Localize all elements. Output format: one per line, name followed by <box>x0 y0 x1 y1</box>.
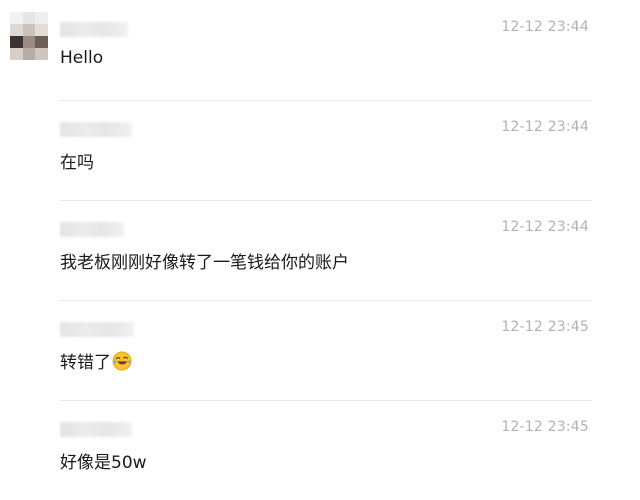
sender-name-blurred <box>60 422 132 437</box>
message-timestamp: 12-12 23:44 <box>501 19 589 35</box>
sender-name-blurred <box>60 22 128 37</box>
message-text-content: 好像是50w <box>60 453 147 473</box>
message-timestamp: 12-12 23:45 <box>501 419 589 435</box>
message-timestamp: 12-12 23:45 <box>501 319 589 335</box>
message-text-content: Hello <box>60 48 104 68</box>
message-text-content: 转错了 <box>60 353 111 373</box>
message-text-content: 我老板刚刚好像转了一笔钱给你的账户 <box>60 253 349 273</box>
message-text: Hello <box>60 48 103 68</box>
message-text-content: 在吗 <box>60 153 94 173</box>
laughing-crying-emoji-icon <box>112 351 132 370</box>
sender-name-blurred <box>60 322 134 337</box>
message-row: 12-12 23:45 好像是50w <box>0 400 640 500</box>
message-text: 好像是50w <box>60 448 147 473</box>
message-row: 12-12 23:44 Hello <box>0 0 640 100</box>
message-timestamp: 12-12 23:44 <box>501 219 589 235</box>
message-timestamp: 12-12 23:44 <box>501 119 589 135</box>
message-row: 12-12 23:44 在吗 <box>0 100 640 200</box>
message-row: 12-12 23:44 我老板刚刚好像转了一笔钱给你的账户 <box>0 200 640 300</box>
message-row: 12-12 23:45 转错了 <box>0 300 640 400</box>
message-text: 我老板刚刚好像转了一笔钱给你的账户 <box>60 248 349 273</box>
message-text: 转错了 <box>60 348 132 373</box>
avatar[interactable] <box>10 12 48 60</box>
message-text: 在吗 <box>60 148 94 173</box>
sender-name-blurred <box>60 122 132 137</box>
chat-history: 12-12 23:44 Hello 12-12 23:44 在吗 12-12 2… <box>0 0 640 492</box>
sender-name-blurred <box>60 222 124 237</box>
